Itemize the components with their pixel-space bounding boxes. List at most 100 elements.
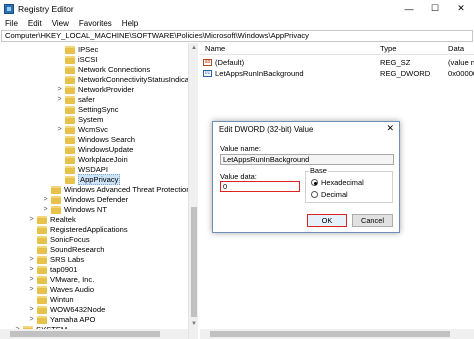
tree-item-label: WSDAPI [78,165,108,174]
tree-item-label: iSCSI [78,55,98,64]
folder-icon [37,215,47,224]
title-bar: Registry Editor — ☐ ✕ [0,0,474,17]
value-name: LetAppsRunInBackground [215,69,304,78]
tree-item-label: Realtek [50,215,76,224]
folder-icon [65,95,75,104]
scroll-up-icon[interactable]: ▲ [189,43,199,53]
folder-icon [65,105,75,114]
value-name-label: Value name: [220,144,261,153]
folder-icon [65,65,75,74]
value-name-field: LetAppsRunInBackground [220,154,394,165]
folder-icon [37,295,47,304]
tree-item-label: tap0901 [50,265,78,274]
dialog-close-button[interactable]: ✕ [386,123,394,134]
value-name: (Default) [215,58,245,67]
dialog-title: Edit DWORD (32-bit) Value [219,125,314,134]
window-controls: — ☐ ✕ [396,0,474,17]
column-data[interactable]: Data [448,44,464,53]
value-data-label: Value data: [220,172,257,181]
tree-item-label: SRS Labs [50,255,85,264]
value-data: (value n [448,58,474,67]
tree-hscroll-thumb[interactable] [10,331,160,337]
menu-view[interactable]: View [52,19,69,28]
address-bar[interactable]: Computer\HKEY_LOCAL_MACHINE\SOFTWARE\Pol… [1,30,473,42]
tree-item-label: Windows Search [78,135,135,144]
base-label: Base [309,166,328,175]
expand-chevron-icon[interactable]: > [56,96,63,103]
expand-chevron-icon[interactable]: > [28,256,35,263]
expand-chevron-icon[interactable]: > [56,86,63,93]
tree-item-label: safer [78,95,95,104]
tree-horizontal-scrollbar[interactable] [0,329,188,339]
list-horizontal-scrollbar[interactable] [200,329,474,339]
tree-item-label: Windows Defender [64,195,129,204]
base-group: Base Hexadecimal Decimal [305,166,393,203]
expand-chevron-icon[interactable]: > [28,306,35,313]
tree-item-label: RegisteredApplications [50,225,128,234]
tree-item-label: WOW6432Node [50,305,106,314]
minimize-button[interactable]: — [396,0,422,17]
tree-item-label: NetworkConnectivityStatusIndicator [78,75,198,84]
folder-icon [65,75,75,84]
menu-favorites[interactable]: Favorites [79,19,112,28]
value-type: REG_DWORD [380,69,431,78]
tree-item-label: WorkplaceJoin [78,155,128,164]
expand-chevron-icon[interactable]: > [28,286,35,293]
tree-item-label: Yamaha APO [50,315,96,324]
tree-item-label: WcmSvc [78,125,108,134]
expand-chevron-icon[interactable]: > [28,276,35,283]
tree-item-label: Windows NT [64,205,108,214]
key-tree: IPSec iSCSI Network Connections NetworkConn… [0,43,198,339]
expand-chevron-icon[interactable]: > [28,316,35,323]
tree-item-label: NetworkProvider [78,85,135,94]
menu-bar: File Edit View Favorites Help [0,17,474,30]
expand-chevron-icon[interactable]: > [28,266,35,273]
radio-selected-icon[interactable] [311,179,318,186]
hexadecimal-label: Hexadecimal [321,178,364,187]
folder-icon [37,315,47,324]
folder-icon [65,115,75,124]
tree-item-label: Windows Advanced Threat Protection [64,185,191,194]
menu-edit[interactable]: Edit [28,19,42,28]
maximize-button[interactable]: ☐ [422,0,448,17]
tree-item-label: SonicFocus [50,235,90,244]
column-name[interactable]: Name [205,44,225,53]
menu-help[interactable]: Help [122,19,138,28]
string-value-icon: ab [203,59,212,66]
list-header: Name Type Data [200,43,474,55]
folder-icon [51,205,61,214]
folder-icon [65,125,75,134]
folder-icon [37,245,47,254]
value-data-input[interactable]: 0 [220,181,300,192]
value-row-default[interactable]: ab (Default) REG_SZ (value n [200,57,474,68]
scroll-down-icon[interactable]: ▼ [189,319,199,329]
folder-icon [37,275,47,284]
folder-icon [65,145,75,154]
tree-scroll-thumb[interactable] [191,207,197,317]
decimal-radio[interactable]: Decimal [311,190,348,199]
window-title: Registry Editor [18,3,74,14]
value-data: 0x00000 [448,69,474,78]
expand-chevron-icon[interactable]: > [42,206,49,213]
tree-vertical-scrollbar[interactable]: ▲ ▼ [188,43,198,339]
folder-icon [65,165,75,174]
value-type: REG_SZ [380,58,411,67]
ok-button[interactable]: OK [307,214,347,227]
tree-item-label: SoundResearch [50,245,105,254]
expand-chevron-icon[interactable]: > [42,196,49,203]
list-hscroll-thumb[interactable] [210,331,450,337]
dword-value-icon: 01 [203,70,212,77]
close-button[interactable]: ✕ [448,0,474,17]
folder-icon [65,135,75,144]
radio-unselected-icon[interactable] [311,191,318,198]
hexadecimal-radio[interactable]: Hexadecimal [311,178,364,187]
tree-item-label: System [78,115,104,124]
cancel-button[interactable]: Cancel [352,214,393,227]
edit-dword-dialog: Edit DWORD (32-bit) Value ✕ Value name: … [212,121,400,233]
tree-item-label: SettingSync [78,105,119,114]
column-type[interactable]: Type [380,44,396,53]
menu-file[interactable]: File [5,19,18,28]
expand-chevron-icon[interactable]: > [28,216,35,223]
expand-chevron-icon[interactable]: > [56,126,63,133]
value-row-letappsruninbackground[interactable]: 01 LetAppsRunInBackground REG_DWORD 0x00… [200,68,474,79]
